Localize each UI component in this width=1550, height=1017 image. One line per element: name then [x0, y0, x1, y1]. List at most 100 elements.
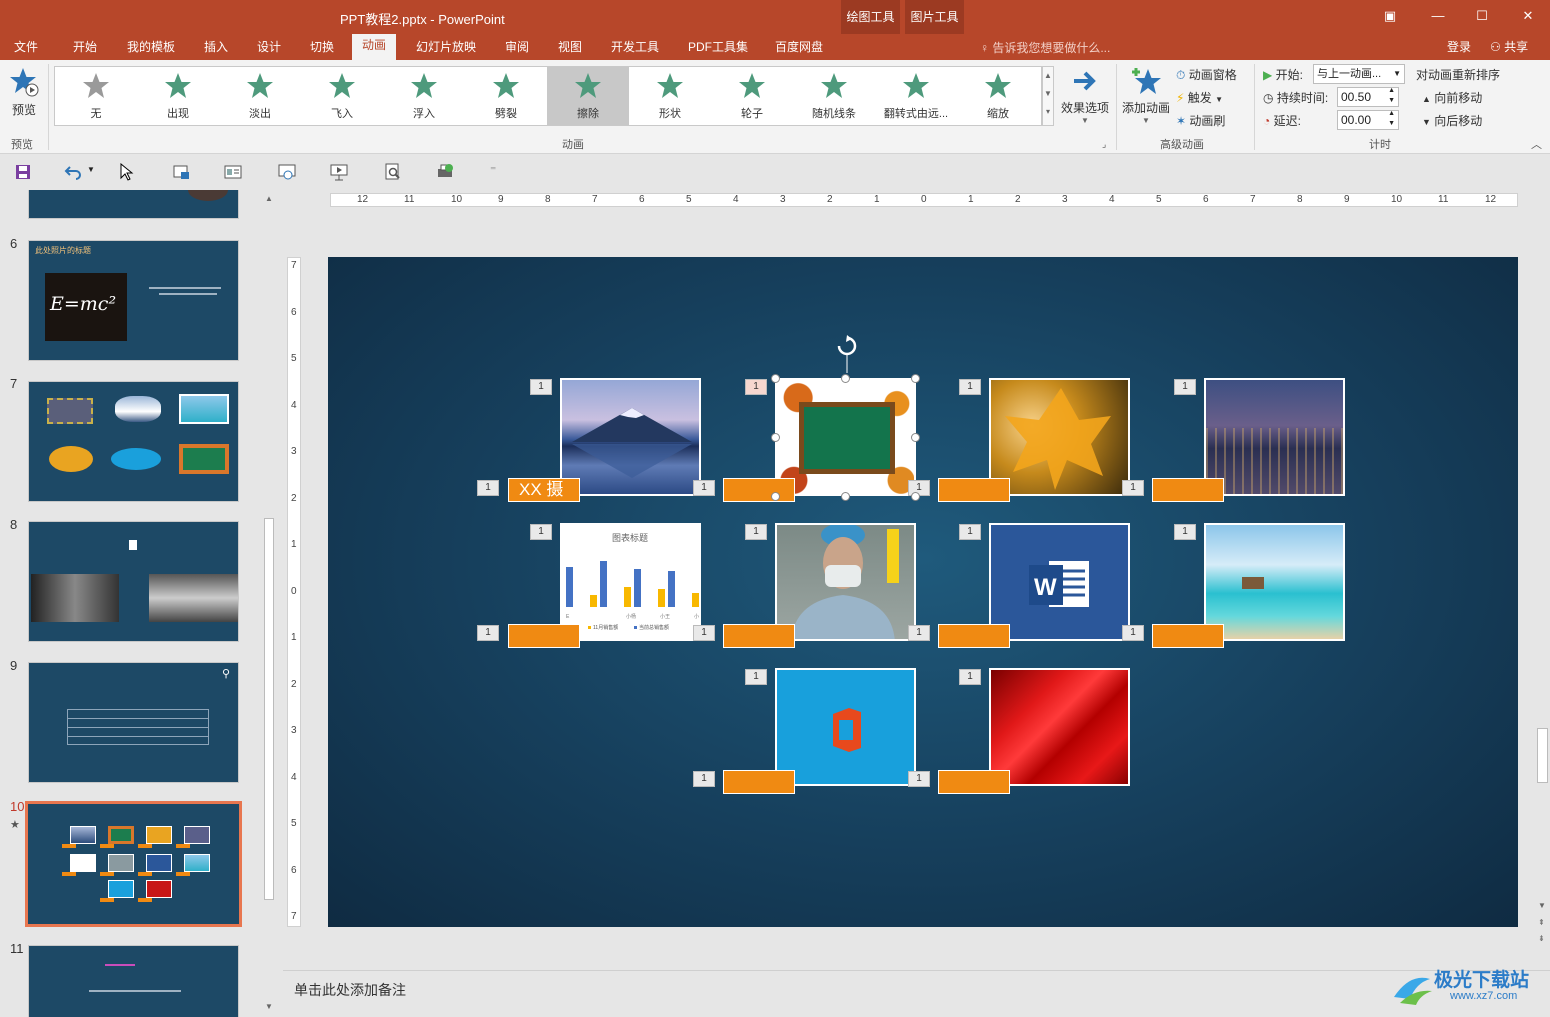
start-combo[interactable]: 与上一动画... ▼: [1313, 64, 1405, 84]
resize-handle[interactable]: [841, 492, 850, 501]
tell-me-search[interactable]: ♀ 告诉我您想要做什么...: [980, 39, 1110, 56]
slide-thumbnail-5[interactable]: [28, 190, 239, 219]
scroll-up-icon[interactable]: ▲: [265, 194, 273, 203]
tab-pdf-tools[interactable]: PDF工具集: [688, 38, 748, 55]
anim-wheel[interactable]: 轮子: [711, 67, 793, 125]
caption-bar-5[interactable]: [508, 624, 580, 648]
photo-city-night[interactable]: [1204, 378, 1345, 496]
word-logo-image[interactable]: W: [989, 523, 1130, 641]
anim-zoom[interactable]: 缩放: [957, 67, 1039, 125]
resize-handle[interactable]: [771, 492, 780, 501]
tab-animations[interactable]: 动画: [352, 34, 397, 60]
animation-tag[interactable]: 1: [693, 625, 715, 641]
add-animation-button[interactable]: 添加动画 ▼: [1120, 66, 1172, 125]
spinner-arrows-icon[interactable]: ▲ ▼: [1388, 86, 1395, 106]
animation-tag[interactable]: 1: [1174, 379, 1196, 395]
previous-slide-icon[interactable]: ⇞: [1538, 918, 1545, 927]
anim-grow-turn[interactable]: 翻转式由远...: [875, 67, 957, 125]
resize-handle[interactable]: [771, 433, 780, 442]
resize-handle[interactable]: [911, 374, 920, 383]
close-icon[interactable]: ✕: [1518, 8, 1538, 24]
maximize-icon[interactable]: ☐: [1472, 8, 1492, 24]
animation-tag[interactable]: 1: [745, 379, 767, 395]
notes-pane[interactable]: 单击此处添加备注: [283, 970, 1550, 1017]
present-icon[interactable]: [330, 163, 348, 181]
spinner-arrows-icon[interactable]: ▲ ▼: [1388, 109, 1395, 129]
caption-bar-2[interactable]: [723, 478, 795, 502]
delay-spinner[interactable]: 00.00 ▲ ▼: [1337, 110, 1399, 130]
animation-tag[interactable]: 1: [959, 524, 981, 540]
caption-bar-1[interactable]: XX 摄: [508, 478, 580, 502]
trigger-button[interactable]: ⚡ 触发 ▼: [1176, 89, 1223, 106]
caption-bar-8[interactable]: [1152, 624, 1224, 648]
tab-view[interactable]: 视图: [558, 38, 582, 55]
animation-tag[interactable]: 1: [745, 669, 767, 685]
anim-float-in[interactable]: 浮入: [383, 67, 465, 125]
slide-thumbnail-7[interactable]: [28, 381, 239, 502]
anim-random-bars[interactable]: 随机线条: [793, 67, 875, 125]
anim-shape[interactable]: 形状: [629, 67, 711, 125]
photo-mount-fuji[interactable]: [560, 378, 701, 496]
collapse-ribbon-icon[interactable]: ︿: [1531, 136, 1542, 152]
photo-chalkboard-frame[interactable]: [775, 378, 916, 496]
caption-bar-7[interactable]: [938, 624, 1010, 648]
move-earlier-button[interactable]: ▲ 向前移动: [1422, 89, 1482, 106]
gallery-scroll[interactable]: ▲ ▼ ▾: [1042, 66, 1054, 126]
anim-wipe[interactable]: 擦除: [547, 67, 629, 125]
duration-spinner[interactable]: 00.50 ▲ ▼: [1337, 87, 1399, 107]
animation-painter-button[interactable]: ✶ 动画刷: [1176, 112, 1225, 129]
photo-maple-leaf[interactable]: [989, 378, 1130, 496]
scroll-down-icon[interactable]: ▼: [1538, 901, 1546, 910]
scroll-down-icon[interactable]: ▼: [1043, 85, 1053, 103]
gallery-more-icon[interactable]: ▾: [1043, 103, 1053, 121]
resize-handle[interactable]: [841, 374, 850, 383]
photo-doctor[interactable]: [775, 523, 916, 641]
anim-none[interactable]: 无: [55, 67, 137, 125]
resize-handle[interactable]: [911, 492, 920, 501]
print-preview-icon[interactable]: [384, 163, 402, 181]
tab-insert[interactable]: 插入: [204, 38, 228, 55]
animation-tag[interactable]: 1: [959, 669, 981, 685]
scroll-thumb[interactable]: [264, 518, 274, 900]
anim-appear[interactable]: 出现: [137, 67, 219, 125]
tab-slideshow[interactable]: 幻灯片放映: [416, 38, 476, 55]
slide-thumbnail-8[interactable]: [28, 521, 239, 642]
animation-tag[interactable]: 1: [908, 625, 930, 641]
next-slide-icon[interactable]: ⇟: [1538, 934, 1545, 943]
dialog-launcher-icon[interactable]: ⌟: [1102, 139, 1106, 150]
rotate-handle-icon[interactable]: [834, 335, 860, 373]
save-icon[interactable]: [14, 163, 32, 181]
animation-tag[interactable]: 1: [693, 480, 715, 496]
editor-scrollbar[interactable]: ▼ ⇞ ⇟: [1535, 190, 1550, 950]
animation-tag[interactable]: 1: [745, 524, 767, 540]
undo-dropdown-icon[interactable]: ▼: [87, 165, 95, 174]
animation-tag[interactable]: 1: [1122, 480, 1144, 496]
new-slide-icon[interactable]: [172, 163, 190, 181]
animation-tag[interactable]: 1: [1174, 524, 1196, 540]
effect-options-button[interactable]: 效果选项 ▼: [1058, 66, 1112, 125]
scroll-down-icon[interactable]: ▼: [265, 1002, 273, 1011]
print-icon[interactable]: [436, 163, 454, 181]
animation-tag[interactable]: 1: [908, 771, 930, 787]
animation-tag[interactable]: 1: [530, 379, 552, 395]
caption-bar-9[interactable]: [723, 770, 795, 794]
tab-developer[interactable]: 开发工具: [611, 38, 659, 55]
office-logo-image[interactable]: [775, 668, 916, 786]
animation-pane-button[interactable]: ⏱ 动画窗格: [1176, 66, 1237, 83]
caption-bar-4[interactable]: [1152, 478, 1224, 502]
tab-design[interactable]: 设计: [257, 38, 281, 55]
notes-placeholder[interactable]: 单击此处添加备注: [294, 980, 406, 1000]
login-link[interactable]: 登录: [1447, 38, 1471, 55]
customize-qat-icon[interactable]: ⁼: [490, 163, 496, 177]
tab-baidu-netdisk[interactable]: 百度网盘: [775, 38, 823, 55]
layout-icon[interactable]: [224, 163, 242, 181]
thumbnail-scrollbar[interactable]: ▲ ▼: [262, 190, 276, 1017]
scroll-thumb[interactable]: [1537, 728, 1548, 783]
scroll-up-icon[interactable]: ▲: [1043, 67, 1053, 85]
slide-thumbnail-10[interactable]: [25, 801, 242, 927]
tab-file[interactable]: 文件: [14, 38, 38, 55]
caption-bar-6[interactable]: [723, 624, 795, 648]
resize-handle[interactable]: [911, 433, 920, 442]
caption-bar-3[interactable]: [938, 478, 1010, 502]
anim-fade[interactable]: 淡出: [219, 67, 301, 125]
